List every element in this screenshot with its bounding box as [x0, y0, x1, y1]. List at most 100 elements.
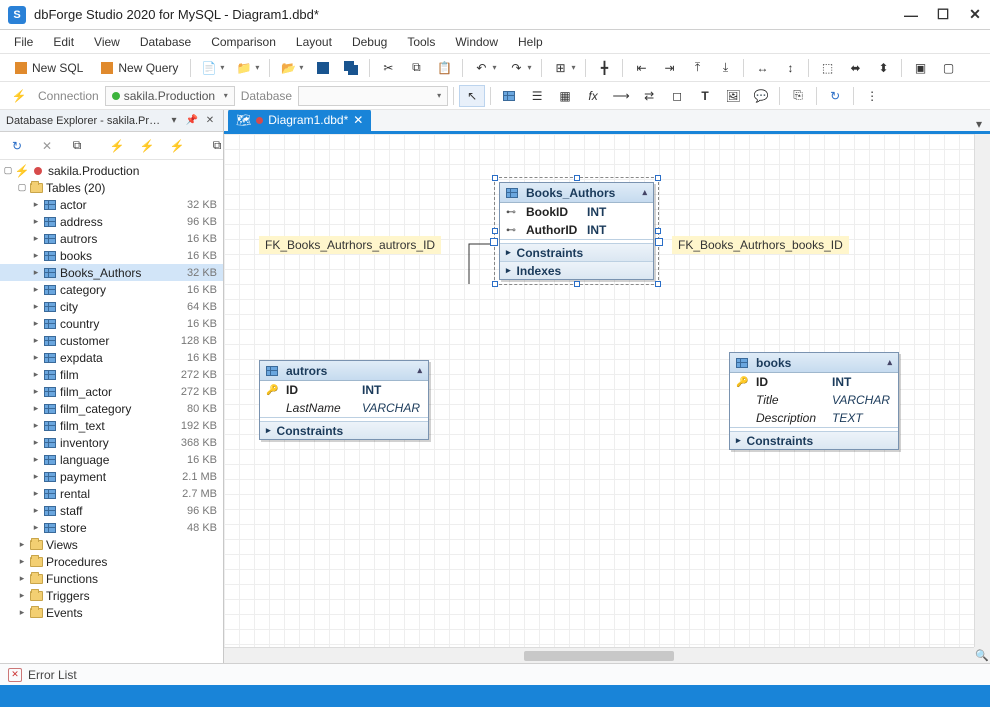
- explorer-disconn-button[interactable]: ⚡: [134, 135, 160, 157]
- align-top-button[interactable]: ⤒: [684, 57, 710, 79]
- expand-icon[interactable]: ▸: [30, 267, 42, 278]
- expand-icon[interactable]: ▸: [30, 352, 42, 363]
- new-query-button[interactable]: New Query: [92, 57, 185, 79]
- error-list-tab[interactable]: ✕ Error List: [0, 663, 990, 685]
- entity-column[interactable]: 🔑 ID INT: [260, 381, 428, 399]
- tree-table-row[interactable]: ▸film_category80 KB: [0, 400, 223, 417]
- tree-table-row[interactable]: ▸autrors16 KB: [0, 230, 223, 247]
- entity-header[interactable]: Books_Authors ▴: [500, 183, 653, 203]
- entity-section-constraints[interactable]: ▸Constraints: [260, 421, 428, 439]
- menu-database[interactable]: Database: [130, 32, 201, 52]
- undo-button[interactable]: ↶▾: [468, 57, 501, 79]
- copy-button[interactable]: ⧉: [403, 57, 429, 79]
- align-right-button[interactable]: ⇥: [656, 57, 682, 79]
- tabs-more-button[interactable]: ▾: [968, 117, 990, 131]
- connect-button[interactable]: ⚡: [6, 85, 32, 107]
- expand-icon[interactable]: ▸: [30, 454, 42, 465]
- list-tool-button[interactable]: ☰: [524, 85, 550, 107]
- tree-table-row[interactable]: ▸customer128 KB: [0, 332, 223, 349]
- collapse-icon[interactable]: ▴: [887, 357, 892, 368]
- tree-table-row[interactable]: ▸rental2.7 MB: [0, 485, 223, 502]
- minimize-button[interactable]: —: [904, 8, 918, 22]
- align-bottom-button[interactable]: ⤓: [712, 57, 738, 79]
- paste-button[interactable]: 📋: [431, 57, 457, 79]
- expand-icon[interactable]: ▢: [2, 165, 14, 176]
- expand-icon[interactable]: ▸: [16, 556, 28, 567]
- menu-layout[interactable]: Layout: [286, 32, 342, 52]
- tree-folder-row[interactable]: ▸Events: [0, 604, 223, 621]
- entity-header[interactable]: autrors ▴: [260, 361, 428, 381]
- explorer-tree[interactable]: ▢ ⚡ sakila.Production ▢ Tables (20) ▸act…: [0, 160, 223, 663]
- collapse-icon[interactable]: ▴: [417, 365, 422, 376]
- options-button[interactable]: ⋮: [859, 85, 885, 107]
- expand-icon[interactable]: ▸: [30, 471, 42, 482]
- size-same-button[interactable]: ⬚: [814, 57, 840, 79]
- cut-button[interactable]: ✂: [375, 57, 401, 79]
- tree-table-row[interactable]: ▸country16 KB: [0, 315, 223, 332]
- menu-tools[interactable]: Tools: [397, 32, 445, 52]
- expand-icon[interactable]: ▸: [30, 250, 42, 261]
- tree-folder-row[interactable]: ▸Views: [0, 536, 223, 553]
- expand-icon[interactable]: ▸: [30, 437, 42, 448]
- close-button[interactable]: ✕: [968, 8, 982, 22]
- maximize-button[interactable]: ☐: [936, 8, 950, 22]
- expand-icon[interactable]: ▸: [30, 386, 42, 397]
- window-arrange-button[interactable]: ⊞▾: [547, 57, 580, 79]
- vertical-scrollbar[interactable]: [974, 134, 990, 647]
- menu-window[interactable]: Window: [445, 32, 508, 52]
- explorer-dropdown-button[interactable]: ▾: [167, 114, 181, 128]
- explorer-pin-button[interactable]: 📌: [185, 114, 199, 128]
- tree-folder-row[interactable]: ▸Procedures: [0, 553, 223, 570]
- tree-table-row[interactable]: ▸payment2.1 MB: [0, 468, 223, 485]
- note-button[interactable]: 💬: [748, 85, 774, 107]
- expand-icon[interactable]: ▸: [16, 590, 28, 601]
- table-tool-button[interactable]: [496, 85, 522, 107]
- link-button[interactable]: ⇄: [636, 85, 662, 107]
- tree-table-row[interactable]: ▸actor32 KB: [0, 196, 223, 213]
- tree-table-row[interactable]: ▸film272 KB: [0, 366, 223, 383]
- entity-column[interactable]: ⊷ BookID INT: [500, 203, 653, 221]
- text-button[interactable]: T: [692, 85, 718, 107]
- relation-button[interactable]: ⟶: [608, 85, 634, 107]
- expand-icon[interactable]: ▸: [30, 284, 42, 295]
- save-button[interactable]: [310, 57, 336, 79]
- tree-table-row[interactable]: ▸inventory368 KB: [0, 434, 223, 451]
- open-button[interactable]: 📂▾: [275, 57, 308, 79]
- horizontal-scrollbar[interactable]: [224, 647, 974, 663]
- tree-table-row[interactable]: ▸Books_Authors32 KB: [0, 264, 223, 281]
- add-button[interactable]: ╋: [591, 57, 617, 79]
- explorer-delete-button[interactable]: ✕: [34, 135, 60, 157]
- new-project-button[interactable]: 📁▾: [231, 57, 264, 79]
- expand-icon[interactable]: ▸: [16, 607, 28, 618]
- tree-tables-node[interactable]: ▢ Tables (20): [0, 179, 223, 196]
- entity-section-constraints[interactable]: ▸Constraints: [730, 431, 898, 449]
- database-dropdown[interactable]: ▾: [298, 86, 448, 106]
- entity-header[interactable]: books ▴: [730, 353, 898, 373]
- menu-comparison[interactable]: Comparison: [201, 32, 286, 52]
- tab-diagram[interactable]: 🗺 Diagram1.dbd* ✕: [228, 110, 371, 131]
- entity-column[interactable]: ⊷ AuthorID INT: [500, 221, 653, 239]
- entity-books[interactable]: books ▴ 🔑 ID INT Title VARCHAR Descripti…: [729, 352, 899, 450]
- expand-icon[interactable]: ▸: [16, 573, 28, 584]
- entity-column[interactable]: 🔑 ID INT: [730, 373, 898, 391]
- entity-books-authors[interactable]: Books_Authors ▴ ⊷ BookID INT ⊷ AuthorID …: [499, 182, 654, 280]
- fk-label-left[interactable]: FK_Books_Autrhors_autrors_ID: [259, 236, 441, 254]
- refresh-button[interactable]: ↻: [822, 85, 848, 107]
- new-file-button[interactable]: 📄▾: [196, 57, 229, 79]
- expand-icon[interactable]: ▸: [30, 522, 42, 533]
- entity-section-constraints[interactable]: ▸Constraints: [500, 243, 653, 261]
- tree-folder-row[interactable]: ▸Triggers: [0, 587, 223, 604]
- tree-table-row[interactable]: ▸expdata16 KB: [0, 349, 223, 366]
- expand-icon[interactable]: ▸: [30, 216, 42, 227]
- tree-table-row[interactable]: ▸language16 KB: [0, 451, 223, 468]
- tree-table-row[interactable]: ▸city64 KB: [0, 298, 223, 315]
- grid-tool-button[interactable]: ▦: [552, 85, 578, 107]
- bring-front-button[interactable]: ▣: [907, 57, 933, 79]
- connection-dropdown[interactable]: sakila.Production ▾: [105, 86, 235, 106]
- explorer-windows-button[interactable]: ⧉: [64, 135, 90, 157]
- expand-icon[interactable]: ▢: [16, 182, 28, 193]
- new-sql-button[interactable]: New SQL: [6, 57, 90, 79]
- function-button[interactable]: fx: [580, 85, 606, 107]
- tree-table-row[interactable]: ▸film_text192 KB: [0, 417, 223, 434]
- expand-icon[interactable]: ▸: [30, 318, 42, 329]
